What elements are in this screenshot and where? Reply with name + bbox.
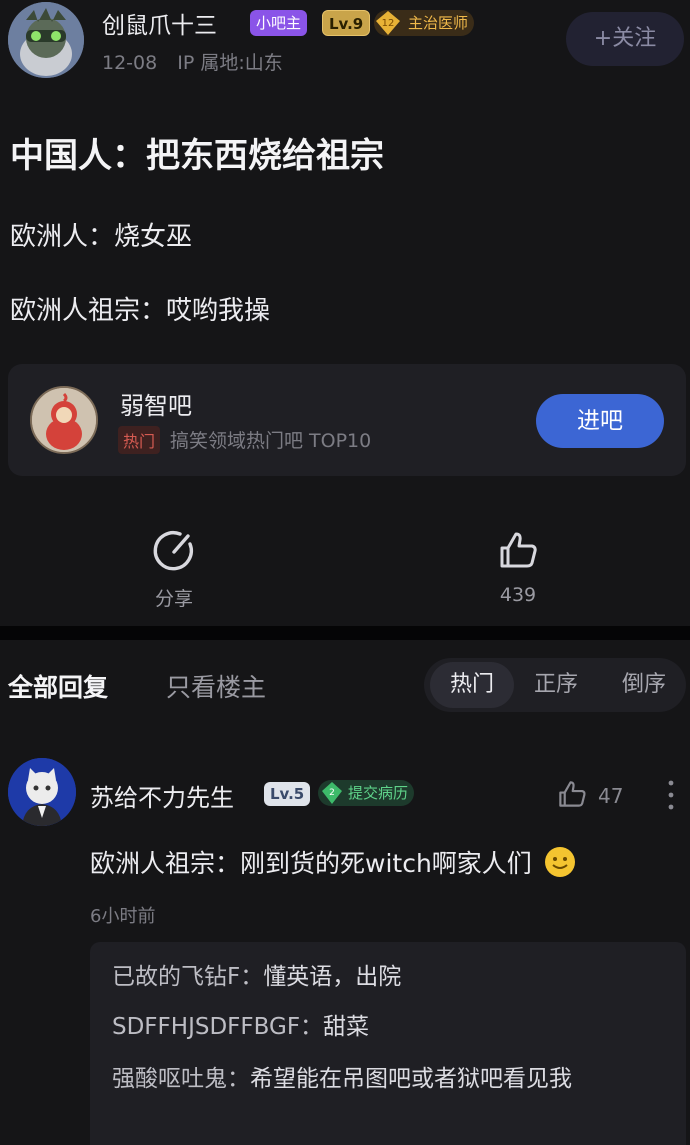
forum-name: 弱智吧 [120,392,192,420]
forum-card[interactable]: 弱智吧 热门 搞笑领域热门吧 TOP10 进吧 [8,364,686,476]
sub-reply: 强酸呕吐鬼：希望能在吊图吧或者狱吧看见我 [112,1062,672,1096]
post-meta: 12-08 IP 属地:山东 [102,48,283,75]
hot-tag: 热门 [118,426,161,454]
follow-button[interactable]: +关注 [566,12,684,66]
comment-time: 6小时前 [90,906,156,927]
sub-replies[interactable]: 已故的飞钻F：懂英语，出院 SDFFHJSDFFBGF：甜菜 强酸呕吐鬼：希望能… [90,942,686,1145]
sub-reply-text: 懂英语，出院 [263,964,402,990]
forum-host-badge: 小吧主 [250,10,308,36]
author-name[interactable]: 创鼠爪十三 [102,6,217,40]
commenter-avatar[interactable] [8,758,76,826]
comment-body: 欧洲人祖宗：刚到货的死witch啊家人们 [90,844,576,880]
thumbs-up-icon [500,532,537,568]
sub-reply-text: 甜菜 [323,1014,370,1040]
commenter-level-badge: Lv.5 [264,782,311,806]
post-ip: IP 属地:山东 [177,52,283,74]
sort-ascending[interactable]: 正序 [520,658,592,712]
level-badge: Lv.9 [322,10,371,36]
post-line-2: 欧洲人祖宗：哎哟我操 [10,296,271,326]
sub-reply-text: 希望能在吊图吧或者狱吧看见我 [250,1066,572,1092]
sort-hot[interactable]: 热门 [430,662,514,708]
like-action[interactable]: 439 [480,528,556,606]
title-badge: 12 主治医师 [374,10,475,36]
tab-op-only[interactable]: 只看楼主 [166,668,266,704]
comment-text: 欧洲人祖宗：刚到货的死witch啊家人们 [90,849,532,878]
sub-reply: 已故的飞钻F：懂英语，出院 [112,960,672,994]
diamond-icon: 12 [376,11,400,35]
share-label: 分享 [154,588,193,610]
sort-selector: 热门 正序 倒序 [424,658,686,712]
commenter-name[interactable]: 苏给不力先生 [90,778,234,813]
svg-text:12: 12 [382,18,395,29]
forum-description: 搞笑领域热门吧 TOP10 [170,430,372,452]
comment-like-count: 47 [598,784,624,808]
author-avatar[interactable] [8,2,84,78]
section-divider [0,626,690,640]
post-line-1: 欧洲人：烧女巫 [10,222,193,252]
share-icon [153,531,193,571]
commenter-title-label: 提交病历 [348,784,409,802]
post-title: 中国人：把东西烧给祖宗 [10,136,384,176]
sub-reply-author[interactable]: 强酸呕吐鬼： [112,1066,250,1092]
enter-forum-button[interactable]: 进吧 [536,394,664,448]
svg-text:2: 2 [329,788,335,798]
sub-reply-author[interactable]: SDFFHJSDFFBGF： [112,1014,323,1040]
thumbs-up-icon[interactable] [556,778,588,810]
share-action[interactable]: 分享 [136,528,212,611]
title-badge-label: 主治医师 [408,14,469,32]
more-options-icon[interactable] [664,778,678,812]
like-count: 439 [499,584,537,606]
post-date: 12-08 [102,52,158,74]
commenter-title-badge: 2 提交病历 [318,780,415,806]
diamond-icon: 2 [322,782,342,804]
smile-emoji-icon [544,847,575,877]
tab-all-replies[interactable]: 全部回复 [8,668,108,704]
sub-reply: SDFFHJSDFFBGF：甜菜 [112,1010,672,1044]
sort-descending[interactable]: 倒序 [608,658,680,712]
forum-avatar [30,386,98,454]
sub-reply-author[interactable]: 已故的飞钻F： [112,964,263,990]
